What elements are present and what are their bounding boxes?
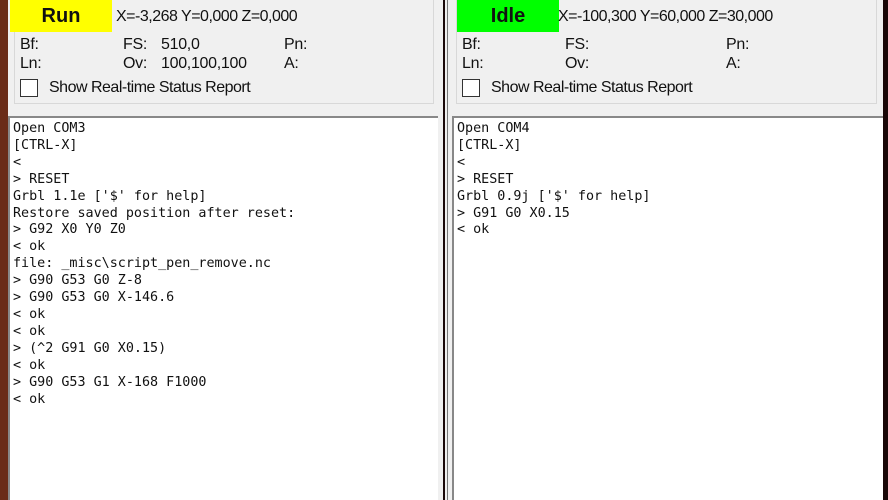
console-line: Open COM4 [457,121,530,136]
a-label: A: [726,55,741,72]
fs-value: 510,0 [161,36,200,53]
console-line: > (^2 G91 G0 X0.15) [13,340,167,356]
ov-label: Ov: [123,55,147,72]
machine-state-badge: Run [10,0,112,32]
console-log[interactable]: Open COM4 [CTRL-X] < > RESET Grbl 0.9j ['$' … [452,116,883,500]
position-readout: X=-3,268 Y=0,000 Z=0,000 [116,8,298,25]
fs-label: FS: [123,36,147,53]
bf-label: Bf: [462,36,481,53]
background-strip [0,0,8,500]
ln-label: Ln: [462,55,484,72]
realtime-status-label[interactable]: Show Real-time Status Report [491,79,693,97]
machine-state-badge: Idle [457,0,559,32]
console-line: > G90 G53 G1 X-168 F1000 [13,374,207,390]
fs-label: FS: [565,36,589,53]
console-line: Open COM3 [13,121,86,136]
left-machine-panel: Run X=-3,268 Y=0,000 Z=0,000 Bf: FS: 510… [8,0,440,500]
realtime-status-checkbox[interactable] [462,79,480,97]
console-line: < ok [457,222,490,238]
console-line: > RESET [457,171,514,187]
console-line: < ok [13,357,46,373]
bf-label: Bf: [20,36,39,53]
position-readout: X=-100,300 Y=60,000 Z=30,000 [558,8,773,25]
ov-value: 100,100,100 [161,55,247,72]
a-label: A: [284,55,299,72]
console-line: Grbl 0.9j ['$' for help] [457,188,651,204]
console-line: < ok [13,306,46,322]
realtime-status-label[interactable]: Show Real-time Status Report [49,79,251,97]
pn-label: Pn: [284,36,308,53]
pn-label: Pn: [726,36,750,53]
console-line: < [13,154,22,170]
ln-label: Ln: [20,55,42,72]
console-line: > G90 G53 G0 X-146.6 [13,290,175,306]
console-line: Grbl 1.1e ['$' for help] [13,188,207,204]
console-line: > G91 G0 X0.15 [457,205,570,221]
console-line: Restore saved position after reset: [13,205,296,221]
console-line: < ok [13,323,46,339]
console-line: < ok [13,391,46,407]
realtime-status-checkbox[interactable] [20,79,38,97]
console-line: < [457,154,466,170]
ov-label: Ov: [565,55,589,72]
console-line: file: _misc\script_pen_remove.nc [13,256,271,272]
console-line: [CTRL-X] [13,137,78,153]
console-log[interactable]: Open COM3 [CTRL-X] < > RESET Grbl 1.1e ['$' … [8,116,438,500]
right-machine-panel: Idle X=-100,300 Y=60,000 Z=30,000 Bf: FS… [450,0,883,500]
console-line: [CTRL-X] [457,137,522,153]
console-line: < ok [13,239,46,255]
window-edge [883,0,888,500]
console-line: > G92 X0 Y0 Z0 [13,222,126,238]
console-line: > G90 G53 G0 Z-8 [13,273,142,289]
divider [440,0,450,500]
console-line: > RESET [13,171,70,187]
